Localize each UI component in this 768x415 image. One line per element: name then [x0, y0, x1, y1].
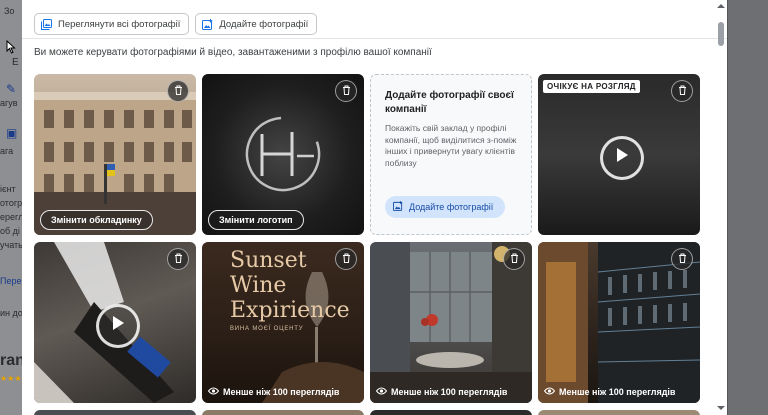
pending-review-badge: ОЧІКУЄ НА РОЗГЛЯД	[543, 80, 640, 93]
bg-text: отогр	[0, 198, 23, 208]
delete-logo-button[interactable]	[335, 80, 357, 102]
logo-tile[interactable]: Змінити логотип	[202, 74, 364, 235]
bg-stars-icon: ★★★	[0, 374, 22, 383]
play-icon	[111, 315, 125, 336]
add-photos-label: Додайте фотографії	[219, 18, 309, 30]
change-logo-button[interactable]: Змінити логотип	[208, 210, 304, 230]
bg-text: учать	[0, 240, 23, 250]
add-photos-card-button[interactable]: Додайте фотографії	[385, 196, 506, 218]
views-label: Менше ніж 100 переглядів	[391, 387, 508, 397]
delete-cover-button[interactable]	[167, 80, 189, 102]
wine-title-line: Sunset	[230, 248, 307, 273]
scrollbar-thumb[interactable]	[718, 22, 724, 46]
wine-cellar-photo-tile[interactable]: Менше ніж 100 переглядів	[538, 242, 700, 403]
dialog-toolbar: Переглянути всі фотографії Додайте фотог…	[34, 13, 318, 35]
cover-photo-tile[interactable]: Змінити обкладинку	[34, 74, 196, 235]
add-photo-icon	[393, 201, 403, 213]
trash-icon	[510, 250, 519, 268]
views-count: Менше ніж 100 переглядів	[543, 387, 676, 397]
scroll-up-arrow-icon[interactable]	[717, 2, 725, 10]
play-video-button[interactable]	[96, 303, 140, 348]
media-tile-partial[interactable]	[202, 410, 364, 415]
media-tile-partial[interactable]	[538, 410, 700, 415]
background-sidebar: Зо Е ✎ агув ▣ ага ієнт отогр ерегля об д…	[0, 0, 30, 415]
view-all-photos-button[interactable]: Переглянути всі фотографії	[34, 13, 190, 35]
play-icon	[615, 147, 629, 168]
trash-icon	[678, 250, 687, 268]
sunset-wine-title: Sunset Wine Expirience	[230, 248, 350, 323]
add-photos-card-body: Покажіть свій заклад у профілі компанії,…	[385, 123, 517, 168]
delete-wine-photo-button[interactable]	[335, 248, 357, 270]
add-photos-button[interactable]: Додайте фотографії	[195, 13, 318, 35]
eye-icon	[543, 387, 556, 397]
pointer-cursor-icon	[6, 39, 16, 57]
delete-wine-pour-video-button[interactable]	[167, 248, 189, 270]
dialog-scrollbar[interactable]	[715, 0, 727, 415]
add-photos-card-title: Додайте фотографії своєї компанії	[385, 90, 514, 115]
bg-text: Зо	[4, 6, 15, 16]
trash-icon	[678, 82, 687, 100]
toolbar-divider	[22, 38, 727, 39]
add-photos-card-button-label: Додайте фотографії	[409, 202, 494, 212]
wine-pour-video-tile[interactable]	[34, 242, 196, 403]
trash-icon	[342, 82, 351, 100]
trash-icon	[342, 250, 351, 268]
views-label: Менше ніж 100 переглядів	[223, 387, 340, 397]
wine-title-line: Wine	[230, 273, 287, 298]
background-right-panel	[727, 0, 768, 415]
bg-text: агув	[0, 98, 18, 108]
bg-text: об ді	[0, 226, 20, 236]
wine-subtitle: ВИНА МОЄЇ ОЦЕНТУ	[230, 326, 304, 332]
views-count: Менше ніж 100 переглядів	[375, 387, 508, 397]
photos-dialog: Переглянути всі фотографії Додайте фотог…	[22, 0, 727, 415]
scroll-down-arrow-icon[interactable]	[717, 404, 725, 412]
change-cover-button[interactable]: Змінити обкладинку	[40, 210, 153, 230]
trash-icon	[174, 82, 183, 100]
pending-video-tile[interactable]: ОЧІКУЄ НА РОЗГЛЯД	[538, 74, 700, 235]
wine-title-line: Expirience	[230, 298, 350, 323]
add-photos-card: Додайте фотографії своєї компанії Покажі…	[370, 74, 532, 235]
media-tile-partial[interactable]	[370, 410, 532, 415]
play-video-button[interactable]	[600, 135, 644, 180]
delete-wine-cellar-photo-button[interactable]	[671, 248, 693, 270]
photo-icon: ▣	[6, 126, 18, 140]
view-all-photos-label: Переглянути всі фотографії	[58, 18, 181, 30]
delete-interior-photo-button[interactable]	[503, 248, 525, 270]
trash-icon	[174, 250, 183, 268]
bg-text: ієнт	[0, 184, 16, 194]
views-count: Менше ніж 100 переглядів	[207, 387, 340, 397]
views-label: Менше ніж 100 переглядів	[559, 387, 676, 397]
eye-icon	[207, 387, 220, 397]
photo-library-icon	[41, 18, 52, 30]
add-photo-icon	[202, 18, 213, 30]
eye-icon	[375, 387, 388, 397]
delete-pending-video-button[interactable]	[671, 80, 693, 102]
interior-photo-tile[interactable]: Менше ніж 100 переглядів	[370, 242, 532, 403]
sunset-wine-photo-tile[interactable]: Sunset Wine Expirience ВИНА МОЄЇ ОЦЕНТУ …	[202, 242, 364, 403]
pencil-icon: ✎	[6, 82, 17, 96]
bg-text: Е	[12, 57, 19, 68]
bg-text: ага	[0, 146, 14, 156]
media-tile-partial[interactable]	[34, 410, 196, 415]
dialog-description: Ви можете керувати фотографіями й відео,…	[34, 47, 432, 58]
